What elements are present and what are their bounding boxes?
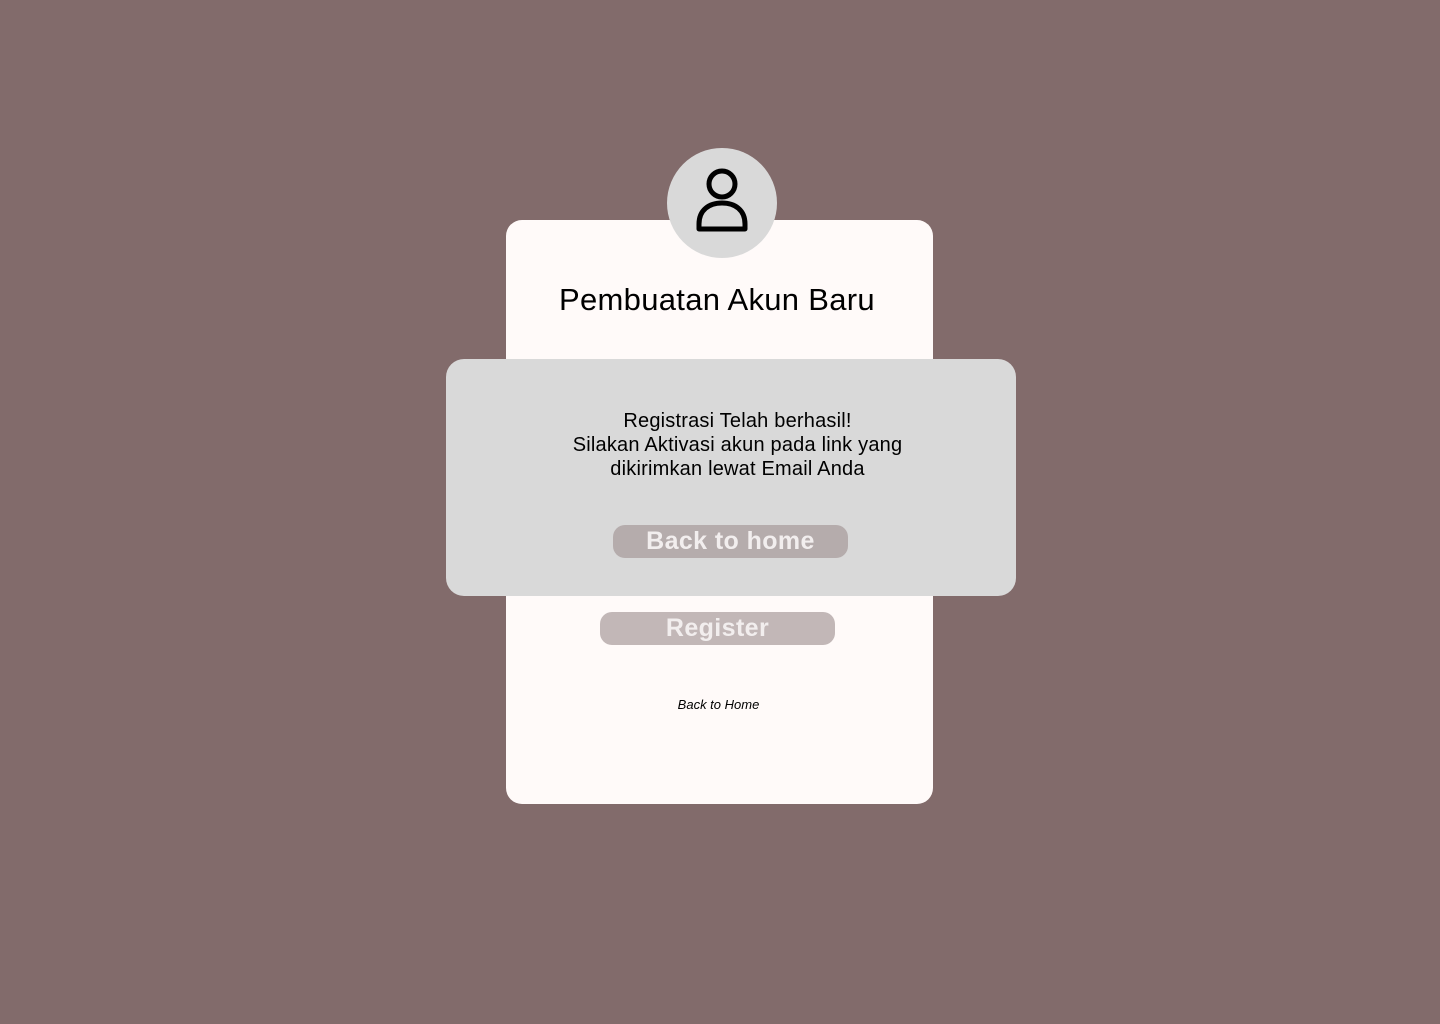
message-line: dikirimkan lewat Email Anda: [610, 458, 865, 480]
message-line: Registrasi Telah berhasil!: [623, 410, 852, 432]
page-title: Pembuatan Akun Baru: [559, 282, 875, 317]
user-icon: [694, 166, 750, 241]
back-to-home-button[interactable]: Back to home: [613, 525, 848, 558]
back-to-home-link[interactable]: Back to Home: [506, 697, 931, 712]
register-button[interactable]: Register: [600, 612, 835, 645]
avatar: [667, 148, 777, 258]
message-line: Silakan Aktivasi akun pada link yang: [572, 434, 903, 456]
success-dialog: Registrasi Telah berhasil! Silakan Aktiv…: [446, 359, 1016, 596]
success-message: Registrasi Telah berhasil! Silakan Aktiv…: [446, 409, 1029, 481]
